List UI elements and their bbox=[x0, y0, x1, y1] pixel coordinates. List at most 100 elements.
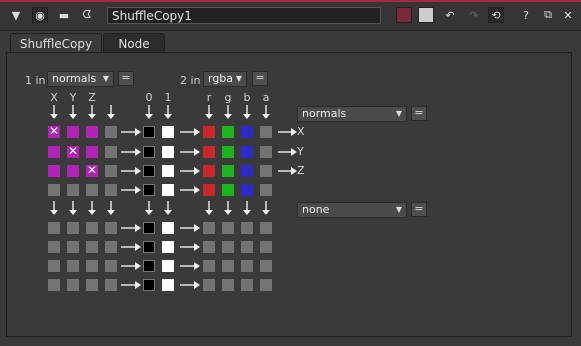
shuffle-cell[interactable] bbox=[241, 146, 253, 158]
shuffle-cell-selected[interactable]: ✕ bbox=[48, 125, 60, 138]
shuffle-cell[interactable] bbox=[203, 241, 215, 253]
shuffle-cell[interactable] bbox=[67, 279, 79, 291]
const-one-cell[interactable] bbox=[162, 222, 174, 234]
const-zero-cell[interactable] bbox=[143, 260, 155, 272]
shuffle-cell[interactable] bbox=[105, 146, 117, 158]
const-one-cell[interactable] bbox=[162, 260, 174, 272]
shuffle-cell[interactable] bbox=[241, 222, 253, 234]
shuffle-cell[interactable] bbox=[86, 241, 98, 253]
shuffle-cell[interactable] bbox=[260, 260, 272, 272]
shuffle-cell-selected[interactable]: ✕ bbox=[67, 145, 79, 158]
tile-color-icon[interactable] bbox=[418, 7, 434, 23]
const-zero-cell[interactable] bbox=[143, 241, 155, 253]
shuffle-cell[interactable] bbox=[222, 279, 234, 291]
input1-layer-dropdown[interactable]: normals ▼ bbox=[47, 71, 114, 87]
shuffle-cell[interactable] bbox=[241, 260, 253, 272]
tab-shufflecopy[interactable]: ShuffleCopy bbox=[10, 33, 102, 53]
shuffle-cell[interactable] bbox=[48, 184, 60, 196]
shuffle-cell[interactable] bbox=[222, 260, 234, 272]
shuffle-cell[interactable] bbox=[67, 184, 79, 196]
shuffle-cell[interactable] bbox=[67, 126, 79, 138]
shuffle-cell[interactable] bbox=[222, 222, 234, 234]
shuffle-cell[interactable] bbox=[260, 126, 272, 138]
shuffle-cell[interactable] bbox=[48, 146, 60, 158]
shuffle-cell-selected[interactable]: ✕ bbox=[86, 164, 98, 177]
shuffle-cell[interactable] bbox=[260, 165, 272, 177]
shuffle-cell[interactable] bbox=[86, 222, 98, 234]
shuffle-cell[interactable] bbox=[222, 241, 234, 253]
shuffle-cell[interactable] bbox=[222, 165, 234, 177]
shuffle-cell[interactable] bbox=[67, 241, 79, 253]
output2-eq-button[interactable]: = bbox=[411, 202, 427, 217]
node-icon[interactable]: ▬ bbox=[56, 7, 72, 23]
shuffle-cell[interactable] bbox=[203, 165, 215, 177]
shuffle-cell[interactable] bbox=[222, 126, 234, 138]
const-zero-cell[interactable] bbox=[143, 126, 155, 138]
shuffle-cell[interactable] bbox=[241, 279, 253, 291]
color-swatch-icon[interactable] bbox=[396, 7, 412, 23]
shuffle-cell[interactable] bbox=[67, 260, 79, 272]
shuffle-cell[interactable] bbox=[105, 165, 117, 177]
const-one-cell[interactable] bbox=[162, 279, 174, 291]
shuffle-cell[interactable] bbox=[260, 184, 272, 196]
close-icon[interactable]: ✕ bbox=[560, 7, 576, 23]
const-one-cell[interactable] bbox=[162, 241, 174, 253]
shuffle-cell[interactable] bbox=[222, 184, 234, 196]
const-zero-cell[interactable] bbox=[143, 146, 155, 158]
output1-eq-button[interactable]: = bbox=[411, 106, 427, 121]
const-zero-cell[interactable] bbox=[143, 165, 155, 177]
shuffle-cell[interactable] bbox=[260, 241, 272, 253]
const-zero-cell[interactable] bbox=[143, 222, 155, 234]
shuffle-cell[interactable] bbox=[203, 279, 215, 291]
float-window-icon[interactable]: ⧉ bbox=[540, 7, 556, 23]
input2-eq-button[interactable]: = bbox=[252, 71, 268, 86]
shuffle-cell[interactable] bbox=[203, 184, 215, 196]
shuffle-cell[interactable] bbox=[222, 146, 234, 158]
const-one-cell[interactable] bbox=[162, 146, 174, 158]
shuffle-cell[interactable] bbox=[105, 184, 117, 196]
undo-icon[interactable]: ↶ bbox=[442, 7, 458, 23]
shuffle-cell[interactable] bbox=[105, 260, 117, 272]
shuffle-cell[interactable] bbox=[203, 146, 215, 158]
shuffle-cell[interactable] bbox=[48, 279, 60, 291]
input2-layer-dropdown[interactable]: rgba ▼ bbox=[203, 71, 247, 87]
shuffle-cell[interactable] bbox=[241, 184, 253, 196]
node-name-field[interactable]: ShuffleCopy1 bbox=[107, 7, 381, 24]
const-one-cell[interactable] bbox=[162, 165, 174, 177]
shuffle-cell[interactable] bbox=[105, 279, 117, 291]
shuffle-cell[interactable] bbox=[86, 184, 98, 196]
shuffle-cell[interactable] bbox=[48, 260, 60, 272]
shuffle-cell[interactable] bbox=[260, 146, 272, 158]
shuffle-cell[interactable] bbox=[105, 126, 117, 138]
tab-node[interactable]: Node bbox=[103, 33, 165, 53]
const-one-cell[interactable] bbox=[162, 126, 174, 138]
shuffle-cell[interactable] bbox=[67, 165, 79, 177]
shuffle-cell[interactable] bbox=[86, 260, 98, 272]
shuffle-cell[interactable] bbox=[86, 279, 98, 291]
shuffle-cell[interactable] bbox=[241, 126, 253, 138]
shuffle-cell[interactable] bbox=[48, 241, 60, 253]
shuffle-cell[interactable] bbox=[67, 222, 79, 234]
node-settings-icon[interactable]: ◉ bbox=[32, 7, 48, 23]
shuffle-cell[interactable] bbox=[86, 146, 98, 158]
shuffle-cell[interactable] bbox=[241, 241, 253, 253]
shuffle-cell[interactable] bbox=[260, 279, 272, 291]
input1-eq-button[interactable]: = bbox=[118, 71, 134, 86]
shuffle-cell[interactable] bbox=[203, 126, 215, 138]
shuffle-cell[interactable] bbox=[48, 222, 60, 234]
shuffle-cell[interactable] bbox=[203, 222, 215, 234]
const-zero-cell[interactable] bbox=[143, 184, 155, 196]
const-zero-cell[interactable] bbox=[143, 279, 155, 291]
shuffle-cell[interactable] bbox=[203, 260, 215, 272]
const-one-cell[interactable] bbox=[162, 184, 174, 196]
help-icon[interactable]: ? bbox=[518, 7, 534, 23]
shuffle-cell[interactable] bbox=[105, 241, 117, 253]
shuffle-cell[interactable] bbox=[241, 165, 253, 177]
redo-icon[interactable]: ↷ bbox=[466, 7, 482, 23]
shuffle-cell[interactable] bbox=[260, 222, 272, 234]
output2-layer-dropdown[interactable]: none ▼ bbox=[297, 202, 407, 218]
shuffle-cell[interactable] bbox=[105, 222, 117, 234]
output1-layer-dropdown[interactable]: normals ▼ bbox=[297, 106, 407, 122]
shuffle-cell[interactable] bbox=[86, 126, 98, 138]
shuffle-cell[interactable] bbox=[48, 165, 60, 177]
